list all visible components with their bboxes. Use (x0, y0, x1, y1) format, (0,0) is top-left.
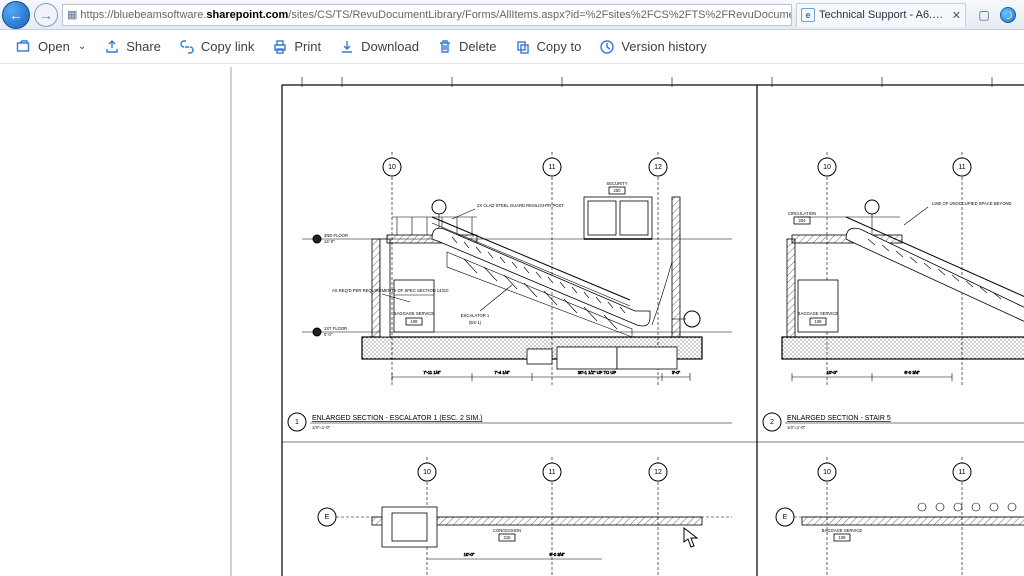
svg-text:108: 108 (839, 535, 847, 540)
tab-title: Technical Support - A6.06 - ... (819, 9, 948, 21)
svg-text:30'-1 1/2" UP TO UP: 30'-1 1/2" UP TO UP (578, 370, 617, 375)
copy-to-label: Copy to (537, 39, 582, 54)
chevron-down-icon: ⌄ (78, 41, 86, 52)
version-history-button[interactable]: Version history (591, 33, 714, 61)
svg-text:6'-0 3/4": 6'-0 3/4" (904, 370, 920, 375)
arrow-left-icon: ← (9, 8, 23, 22)
svg-text:108: 108 (815, 319, 823, 324)
svg-text:E: E (325, 514, 330, 521)
delete-button[interactable]: Delete (429, 33, 505, 61)
svg-text:10: 10 (388, 164, 396, 171)
svg-text:1: 1 (295, 419, 299, 426)
panel-escalator: 10 11 12 2ND FLOOR 14'-0" (288, 152, 732, 431)
svg-text:SECURITY: SECURITY (606, 181, 627, 186)
copy-link-button[interactable]: Copy link (171, 33, 262, 61)
svg-text:7'-4 1/4": 7'-4 1/4" (494, 370, 510, 375)
url-scheme: https:// (80, 9, 113, 21)
svg-text:11: 11 (958, 164, 965, 171)
svg-text:BAGGAGE SERVICE: BAGGAGE SERVICE (394, 311, 435, 316)
svg-text:1/4"=1'-0": 1/4"=1'-0" (787, 425, 806, 430)
svg-text:CIRCULATION: CIRCULATION (788, 211, 816, 216)
new-tab-button[interactable]: ▢ (974, 5, 994, 25)
drawing-sheet: 10 11 12 2ND FLOOR 14'-0" (232, 67, 1024, 576)
share-icon (104, 39, 120, 55)
svg-text:12: 12 (654, 469, 662, 476)
forward-button[interactable]: → (34, 3, 58, 27)
arrow-right-icon: → (39, 8, 53, 22)
svg-text:215: 215 (504, 535, 512, 540)
svg-text:BAGGAGE SERVICE: BAGGAGE SERVICE (798, 311, 839, 316)
svg-text:11: 11 (958, 469, 965, 476)
svg-text:ENLARGED SECTION - ESCALATOR 1: ENLARGED SECTION - ESCALATOR 1 (ESC. 2 S… (312, 415, 483, 422)
print-icon (272, 39, 288, 55)
svg-text:12: 12 (654, 164, 662, 171)
svg-text:10: 10 (823, 469, 831, 476)
version-history-label: Version history (621, 39, 706, 54)
share-label: Share (126, 39, 161, 54)
tab-tools: ▢ (970, 5, 1022, 25)
trash-icon (437, 39, 453, 55)
delete-label: Delete (459, 39, 497, 54)
svg-text:ESCALATOR 1: ESCALATOR 1 (461, 313, 490, 318)
print-button[interactable]: Print (264, 33, 329, 61)
svg-text:2: 2 (770, 419, 774, 426)
page-icon: ▦ (67, 8, 77, 21)
browser-titlebar: ← → ▦ https:// bluebeamsoftware. sharepo… (0, 0, 1024, 30)
panel-bottom-left: 10 11 12 E CONCESSION 215 10'- (318, 457, 732, 576)
ie-icon[interactable] (998, 5, 1018, 25)
svg-text:6'-0 3/4": 6'-0 3/4" (549, 552, 565, 557)
document-viewer[interactable]: 10 11 12 2ND FLOOR 14'-0" (0, 64, 1024, 576)
svg-text:10: 10 (423, 469, 431, 476)
url-host: sharepoint.com (206, 9, 288, 21)
svg-text:11: 11 (548, 469, 555, 476)
download-button[interactable]: Download (331, 33, 427, 61)
svg-text:10'-0": 10'-0" (464, 552, 475, 557)
share-button[interactable]: Share (96, 33, 169, 61)
svg-text:1ST FLOOR: 1ST FLOOR (324, 326, 347, 331)
svg-text:3'-0": 3'-0" (672, 370, 681, 375)
svg-text:250: 250 (614, 188, 622, 193)
svg-text:E: E (783, 514, 788, 521)
copy-icon (515, 39, 531, 55)
history-icon (599, 39, 615, 55)
copy-to-button[interactable]: Copy to (507, 33, 590, 61)
address-bar[interactable]: ▦ https:// bluebeamsoftware. sharepoint.… (62, 4, 792, 26)
print-label: Print (294, 39, 321, 54)
open-button[interactable]: Open ⌄ (8, 33, 94, 61)
svg-text:108: 108 (411, 319, 419, 324)
url-prefix: bluebeamsoftware. (113, 9, 206, 21)
copy-link-label: Copy link (201, 39, 254, 54)
back-button[interactable]: ← (2, 1, 30, 29)
svg-text:AS REQ'D PER REQUIREMENTS OF S: AS REQ'D PER REQUIREMENTS OF SPEC SECTIO… (332, 288, 449, 293)
browser-tab[interactable]: e Technical Support - A6.06 - ... ✕ (796, 3, 966, 27)
svg-text:11: 11 (548, 164, 555, 171)
open-icon (16, 39, 32, 55)
svg-text:2X CLAD STEEL GUARD RESILIGHTR: 2X CLAD STEEL GUARD RESILIGHTR POST (477, 203, 564, 208)
panel-bottom-right: 10 11 E BAGGAGE SERVICE 108 (776, 457, 1024, 576)
svg-text:0'-0": 0'-0" (324, 332, 333, 337)
svg-text:10'-0": 10'-0" (827, 370, 838, 375)
svg-text:10: 10 (823, 164, 831, 171)
open-label: Open (38, 39, 70, 54)
url-path: /sites/CS/TS/RevuDocumentLibrary/Forms/A… (288, 9, 792, 21)
link-icon (179, 39, 195, 55)
tab-close-button[interactable]: ✕ (952, 9, 961, 22)
panel-stair5: 10 11 BAGGAGE SERVICE 108 CIRCULATION 20… (763, 152, 1024, 431)
sharepoint-favicon-icon: e (801, 8, 815, 22)
svg-text:7'-11 1/4": 7'-11 1/4" (423, 370, 441, 375)
document-command-bar: Open ⌄ Share Copy link Print Download De… (0, 30, 1024, 64)
svg-text:CONCESSION: CONCESSION (493, 528, 521, 533)
download-label: Download (361, 39, 419, 54)
svg-text:LINE OF UNOCCUPIED SPACE BEYON: LINE OF UNOCCUPIED SPACE BEYOND (932, 201, 1012, 206)
svg-text:(ES-1): (ES-1) (469, 320, 482, 325)
svg-text:1/4"=1'-0": 1/4"=1'-0" (312, 425, 331, 430)
svg-text:14'-0": 14'-0" (324, 239, 335, 244)
svg-text:2ND FLOOR: 2ND FLOOR (324, 233, 348, 238)
svg-text:BAGGAGE SERVICE: BAGGAGE SERVICE (822, 528, 863, 533)
svg-text:ENLARGED SECTION - STAIR 5: ENLARGED SECTION - STAIR 5 (787, 415, 891, 422)
download-icon (339, 39, 355, 55)
svg-text:204: 204 (799, 218, 807, 223)
